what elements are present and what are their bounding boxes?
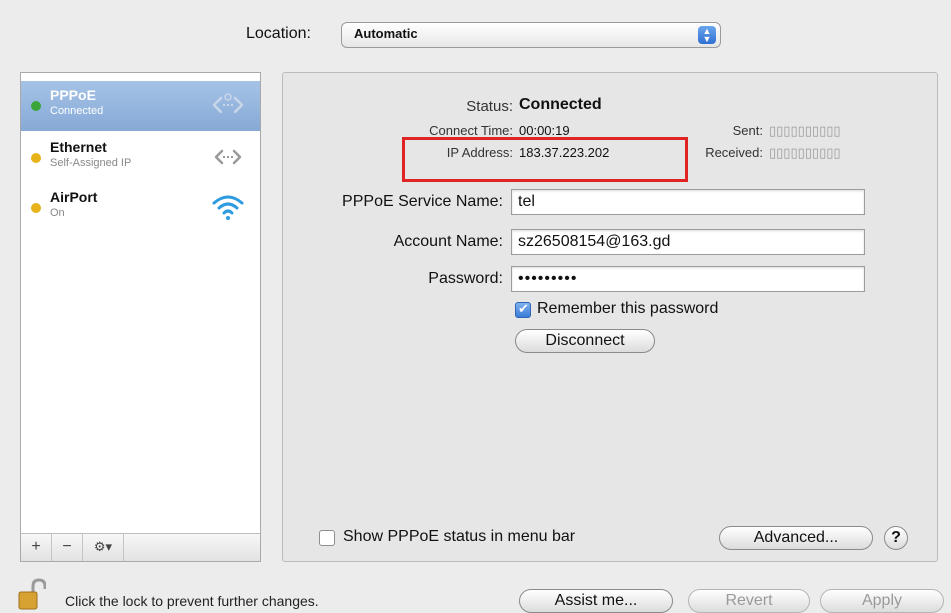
service-status: On — [50, 207, 65, 219]
show-status-label: Show PPPoE status in menu bar — [343, 528, 576, 545]
add-service-button[interactable]: + — [21, 534, 52, 561]
show-status-checkbox[interactable] — [319, 530, 335, 546]
apply-button[interactable]: Apply — [820, 589, 944, 613]
disconnect-button[interactable]: Disconnect — [515, 329, 655, 353]
advanced-button[interactable]: Advanced... — [719, 526, 873, 550]
password-field[interactable]: ••••••••• — [511, 266, 865, 292]
password-label: Password: — [428, 270, 503, 287]
status-dot-yellow-icon — [31, 153, 41, 163]
status-value: Connected — [519, 96, 602, 113]
assist-me-button[interactable]: Assist me... — [519, 589, 673, 613]
remember-password-checkbox[interactable] — [515, 301, 531, 318]
sent-meter: ▯▯▯▯▯▯▯▯▯▯ — [769, 123, 841, 138]
service-item-airport[interactable]: AirPort On — [21, 183, 260, 233]
status-dot-yellow-icon — [31, 203, 41, 213]
received-meter: ▯▯▯▯▯▯▯▯▯▯ — [769, 145, 841, 160]
location-select[interactable]: Automatic ▲ ▼ — [341, 22, 721, 48]
service-name: PPPoE — [50, 87, 96, 103]
connect-time-value: 00:00:19 — [519, 123, 570, 138]
service-name-label: PPPoE Service Name: — [342, 193, 503, 210]
lock-message: Click the lock to prevent further change… — [65, 593, 319, 609]
service-status: Self-Assigned IP — [50, 157, 132, 169]
service-item-ethernet[interactable]: Ethernet Self-Assigned IP — [21, 133, 260, 183]
sent-label: Sent: — [732, 123, 763, 138]
status-dot-green-icon — [31, 101, 41, 111]
status-label: Status: — [466, 98, 513, 115]
received-label: Received: — [705, 145, 763, 160]
select-arrows-icon: ▲ ▼ — [698, 26, 716, 44]
actions-gear-button[interactable]: ⚙▾ — [83, 534, 124, 561]
location-label: Location: — [246, 25, 311, 42]
service-name: AirPort — [50, 189, 98, 205]
service-item-pppoe[interactable]: PPPoE Connected — [21, 81, 260, 131]
service-name: Ethernet — [50, 139, 107, 155]
help-button[interactable]: ? — [884, 526, 908, 550]
lock-icon[interactable] — [18, 578, 46, 610]
ppp-arrows-icon — [212, 93, 244, 114]
account-name-field[interactable]: sz26508154@163.gd — [511, 229, 865, 255]
service-name-field[interactable]: tel — [511, 189, 865, 215]
remove-service-button[interactable]: − — [52, 534, 83, 561]
service-list: PPPoE Connected Ethernet Self-Assigned I… — [20, 72, 261, 562]
ethernet-arrows-icon — [214, 149, 242, 165]
location-value: Automatic — [354, 26, 418, 41]
sidebar-toolbar: + − ⚙▾ — [20, 533, 261, 562]
wifi-icon — [212, 195, 244, 220]
service-status: Connected — [50, 105, 104, 117]
ip-address-highlight — [402, 137, 688, 182]
account-name-label: Account Name: — [393, 233, 503, 250]
connect-time-label: Connect Time: — [429, 123, 513, 138]
revert-button[interactable]: Revert — [688, 589, 810, 613]
remember-password-label: Remember this password — [537, 300, 719, 317]
